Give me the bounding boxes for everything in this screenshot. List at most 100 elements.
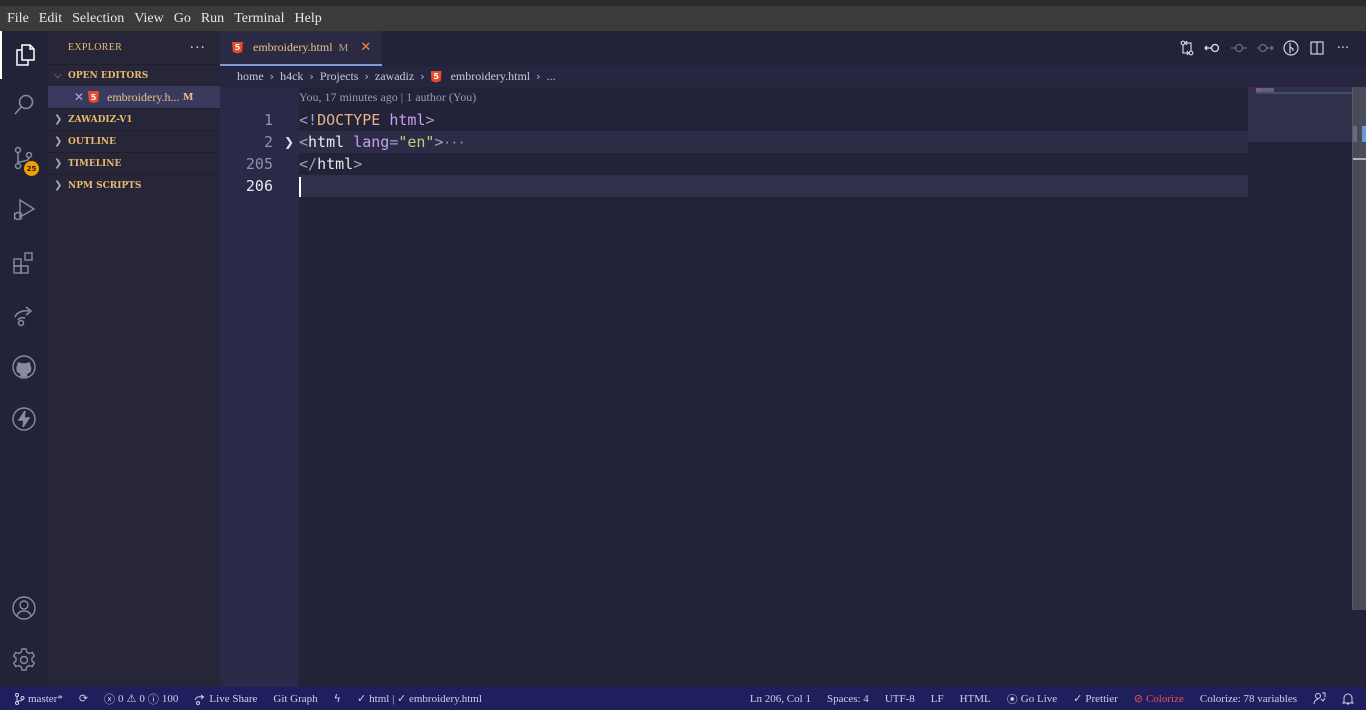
more-actions-icon[interactable]: ··· [1334, 38, 1352, 58]
section-label: NPM SCRIPTS [68, 180, 142, 191]
chevron-right-icon: › [309, 70, 314, 83]
breadcrumb-home[interactable]: home [237, 69, 264, 84]
feedback-button[interactable] [1305, 692, 1334, 705]
activity-manage[interactable] [0, 636, 48, 684]
section-open-editors[interactable]: ⌵ OPEN EDITORS [48, 64, 220, 86]
code-editor[interactable]: You, 17 minutes ago | 1 author (You) <!D… [299, 87, 1352, 687]
code-token: = [389, 133, 399, 151]
end-of-line[interactable]: LF [923, 693, 952, 705]
more-actions-icon[interactable]: ··· [190, 40, 206, 56]
live-share-status[interactable]: Live Share [186, 693, 265, 705]
html5-file-icon: 5 [88, 91, 99, 103]
prettier-status[interactable]: ✓ Prettier [1065, 692, 1126, 705]
html5-file-icon: 5 [232, 41, 243, 54]
lightning-status[interactable]: ϟ [326, 692, 349, 705]
breadcrumb-zawadiz[interactable]: zawadiz [375, 69, 414, 84]
compare-changes-icon[interactable] [1178, 38, 1196, 58]
scrollbar-cursor-marker [1353, 158, 1366, 160]
activity-explorer[interactable] [0, 31, 48, 79]
close-icon[interactable]: ✕ [74, 90, 88, 104]
check-icon: ✓ [356, 692, 367, 705]
code-token: ··· [443, 136, 466, 150]
menu-file[interactable]: File [3, 11, 33, 27]
section-outline[interactable]: ❯ OUTLINE [48, 130, 220, 152]
chevron-right-icon: › [420, 70, 425, 83]
go-live-button[interactable]: ⦿ Go Live [999, 691, 1065, 707]
open-editor-item[interactable]: ✕ 5 embroidery.h... M [48, 86, 220, 108]
activity-run-debug[interactable] [0, 186, 48, 234]
sync-button[interactable]: ⟳ [71, 692, 96, 705]
text-cursor [299, 177, 301, 197]
menu-selection[interactable]: Selection [68, 11, 128, 27]
code-token: DOCTYPE [317, 111, 381, 129]
breadcrumb-file[interactable]: embroidery.html [451, 69, 531, 84]
menu-go[interactable]: Go [170, 11, 195, 27]
git-graph-status[interactable]: Git Graph [265, 693, 325, 705]
status-bar: master* ⟳ ⓧ 0 ⚠ 0 ⓘ 100 Live Share Git Grap… [0, 687, 1366, 710]
section-timeline[interactable]: ❯ TIMELINE [48, 152, 220, 174]
info-count: 100 [161, 692, 179, 705]
close-icon[interactable]: ✕ [360, 40, 371, 55]
html-validation-status[interactable]: ✓ html | ✓ embroidery.html [349, 692, 490, 705]
menu-view[interactable]: View [130, 11, 167, 27]
activity-github[interactable] [0, 343, 48, 391]
breadcrumb-h4ck[interactable]: h4ck [280, 69, 303, 84]
tab-bar: 5 embroidery.html M ✕ ··· [220, 31, 1366, 66]
activity-accounts[interactable] [0, 584, 48, 632]
minimap-slider [1256, 92, 1352, 94]
section-label: TIMELINE [68, 158, 122, 169]
code-token: > [434, 133, 444, 151]
breadcrumb-symbols[interactable]: ... [547, 69, 556, 84]
warning-icon: ⚠ [126, 692, 137, 705]
validation-label: html | ✓ embroidery.html [369, 693, 482, 705]
activity-search[interactable] [0, 81, 48, 129]
scrollbar-marker [1353, 126, 1357, 142]
notifications-button[interactable] [1334, 692, 1366, 705]
files-icon [16, 44, 35, 66]
encoding[interactable]: UTF-8 [877, 693, 923, 705]
tab-embroidery-html[interactable]: 5 embroidery.html M ✕ [220, 31, 382, 66]
section-zawadiz-v1[interactable]: ❯ ZAWADIZ-V1 [48, 108, 220, 130]
fold-chevron-icon[interactable]: ❯ [284, 131, 294, 153]
warning-count: 0 [139, 692, 145, 705]
activity-thunder[interactable] [0, 395, 48, 443]
chevron-right-icon: ❯ [54, 136, 63, 147]
branch-status[interactable]: master* [0, 692, 71, 705]
chevron-right-icon: ❯ [54, 158, 63, 169]
git-lens-icon[interactable] [1282, 38, 1300, 58]
git-blame-codelens[interactable]: You, 17 minutes ago | 1 author (You) [299, 90, 476, 105]
breadcrumb: home › h4ck › Projects › zawadiz › 5 emb… [220, 66, 1366, 87]
indentation[interactable]: Spaces: 4 [819, 693, 877, 705]
extensions-icon [13, 252, 33, 274]
menu-help[interactable]: Help [291, 11, 326, 27]
split-editor-icon[interactable] [1308, 38, 1326, 58]
code-line: <!DOCTYPE html> [299, 109, 1248, 131]
activity-source-control[interactable]: 25 [0, 134, 48, 182]
breadcrumb-projects[interactable]: Projects [320, 69, 359, 84]
activity-bar: 25 [0, 31, 48, 687]
cursor-position[interactable]: Ln 206, Col 1 [742, 693, 819, 705]
vertical-scrollbar[interactable] [1352, 87, 1366, 610]
line-number: 205 [245, 155, 273, 173]
code-token: html [389, 111, 426, 129]
section-npm-scripts[interactable]: ❯ NPM SCRIPTS [48, 174, 220, 196]
chevron-down-icon: ⌵ [54, 70, 62, 81]
menu-run[interactable]: Run [197, 11, 228, 27]
colorize-toggle[interactable]: ⊘ Colorize [1126, 692, 1192, 705]
code-token: html [308, 133, 345, 151]
language-mode[interactable]: HTML [952, 693, 999, 705]
problems-status[interactable]: ⓧ 0 ⚠ 0 ⓘ 100 [96, 691, 186, 707]
code-token: html [317, 155, 354, 173]
menu-edit[interactable]: Edit [35, 11, 66, 27]
editor-actions: ··· [1178, 38, 1352, 58]
section-label: OUTLINE [68, 136, 117, 147]
colorize-variables[interactable]: Colorize: 78 variables [1192, 693, 1305, 705]
commit-icon[interactable] [1230, 38, 1248, 58]
menu-terminal[interactable]: Terminal [230, 11, 288, 27]
chevron-right-icon: ❯ [54, 114, 63, 125]
next-change-icon[interactable] [1256, 38, 1274, 58]
activity-extensions[interactable] [0, 239, 48, 287]
previous-change-icon[interactable] [1204, 38, 1222, 58]
minimap[interactable] [1248, 87, 1352, 142]
activity-live-share[interactable] [0, 291, 48, 339]
